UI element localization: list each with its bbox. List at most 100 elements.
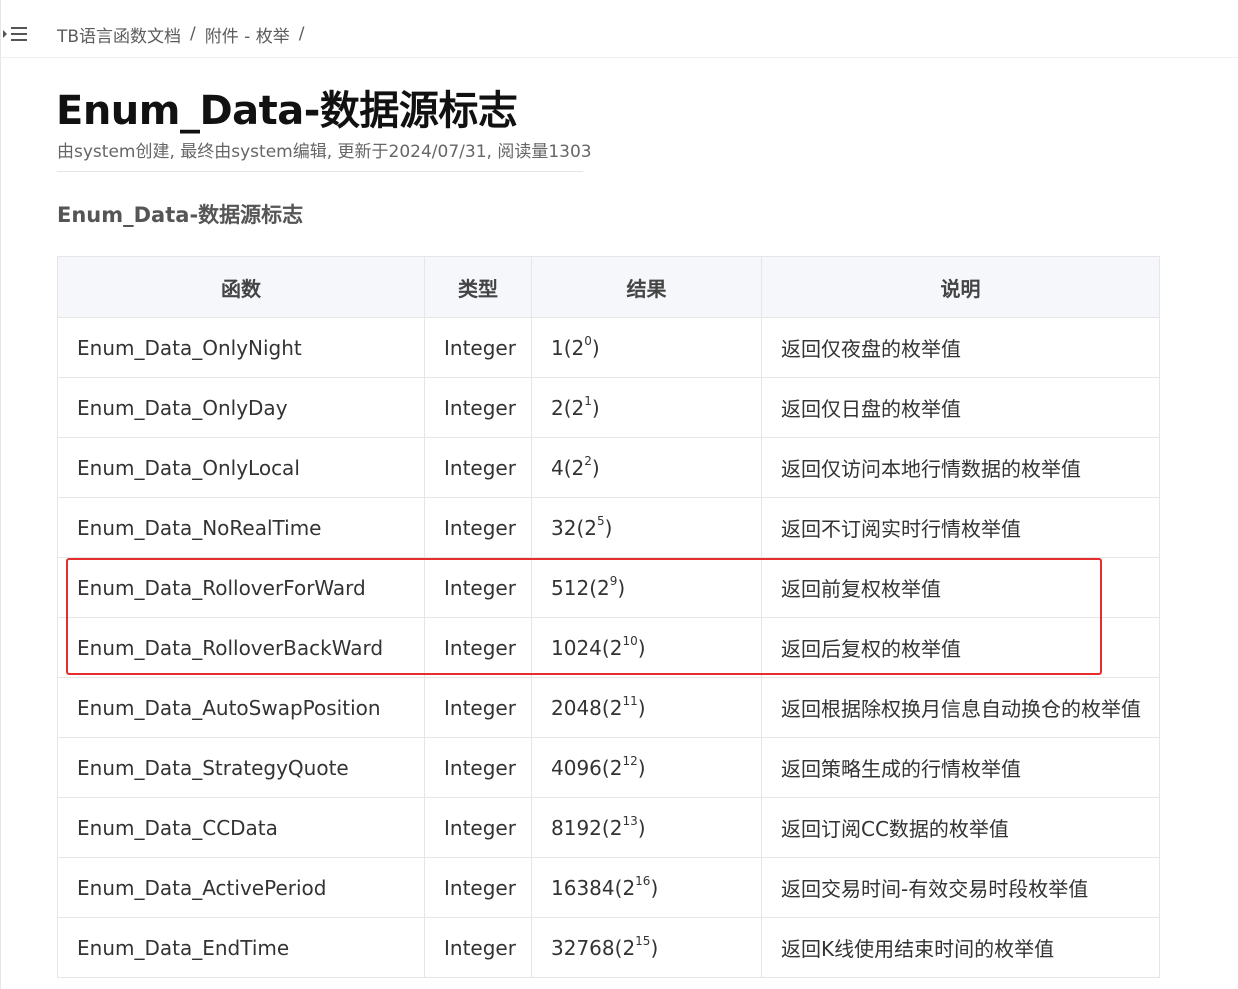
header-description: 说明	[761, 256, 1160, 318]
result-paren-open: (	[601, 695, 610, 720]
table-row: Enum_Data_RolloverBackWard Integer 1024(21…	[57, 617, 1160, 678]
result-paren-close: )	[604, 515, 613, 540]
result-value: 8192	[551, 815, 602, 840]
header-divider	[0, 57, 1238, 58]
result-paren-close: )	[637, 635, 646, 660]
cell-function: Enum_Data_CCData	[57, 797, 425, 858]
result-paren-close: )	[650, 875, 659, 900]
result-paren-open: (	[563, 395, 572, 420]
cell-type: Integer	[424, 557, 532, 618]
result-exponent: 2	[584, 453, 592, 468]
cell-description: 返回仅夜盘的枚举值	[761, 317, 1160, 378]
page-meta: 由system创建, 最终由system编辑, 更新于2024/07/31, 阅…	[57, 142, 592, 162]
result-paren-open: (	[601, 635, 610, 660]
result-value: 4	[551, 455, 564, 480]
result-paren-open: (	[589, 575, 597, 600]
result-paren-close: )	[591, 335, 600, 360]
result-exponent: 11	[622, 693, 638, 708]
cell-description: 返回不订阅实时行情枚举值	[761, 497, 1160, 558]
result-value: 512	[551, 575, 590, 600]
table-row: Enum_Data_NoRealTime Integer 32(25) 返回不订阅实时…	[57, 497, 1160, 558]
table-row: Enum_Data_ActivePeriod Integer 16384(216) 返…	[57, 857, 1160, 918]
result-paren-open: (	[601, 755, 610, 780]
breadcrumb-item-enum[interactable]: 附件 - 枚举	[205, 22, 290, 47]
result-base: 2	[609, 815, 623, 840]
cell-type: Integer	[424, 677, 532, 738]
cell-description: 返回策略生成的行情枚举值	[761, 737, 1160, 798]
header-type: 类型	[424, 256, 532, 318]
result-value: 16384	[551, 875, 615, 900]
cell-result: 1024(210)	[531, 617, 762, 678]
cell-function: Enum_Data_RolloverBackWard	[57, 617, 425, 678]
breadcrumb-separator: /	[190, 24, 196, 44]
cell-function: Enum_Data_ActivePeriod	[57, 857, 425, 918]
result-value: 32	[551, 515, 577, 540]
table-row: Enum_Data_AutoSwapPosition Integer 2048(21…	[57, 677, 1160, 738]
cell-function: Enum_Data_OnlyLocal	[57, 437, 425, 498]
cell-result: 4096(212)	[531, 737, 762, 798]
cell-type: Integer	[424, 857, 532, 918]
cell-result: 1(20)	[531, 317, 762, 378]
table-header-row: 函数 类型 结果 说明	[57, 256, 1160, 318]
cell-result: 16384(216)	[531, 857, 762, 918]
result-base: 2	[597, 575, 610, 600]
enum-table-container: 函数 类型 结果 说明 Enum_Data_OnlyNight Integer 1(…	[57, 256, 1160, 978]
result-base: 2	[622, 935, 636, 960]
breadcrumb-item-docs[interactable]: TB语言函数文档	[57, 22, 181, 47]
cell-description: 返回后复权的枚举值	[761, 617, 1160, 678]
table-row: Enum_Data_EndTime Integer 32768(215) 返回K线使用…	[57, 917, 1160, 978]
enum-table: 函数 类型 结果 说明 Enum_Data_OnlyNight Integer 1(…	[57, 256, 1160, 978]
result-exponent: 9	[609, 573, 618, 588]
table-row: Enum_Data_RolloverForWard Integer 512(29) 返…	[57, 557, 1160, 618]
result-value: 4096	[551, 755, 602, 780]
result-exponent: 5	[597, 513, 605, 528]
section-title: Enum_Data-数据源标志	[57, 203, 304, 227]
page-title: Enum_Data-数据源标志	[56, 88, 518, 134]
table-row: Enum_Data_StrategyQuote Integer 4096(212) 返…	[57, 737, 1160, 798]
result-paren-close: )	[591, 455, 600, 480]
result-paren-close: )	[617, 575, 626, 600]
cell-description: 返回仅访问本地行情数据的枚举值	[761, 437, 1160, 498]
cell-result: 2(21)	[531, 377, 762, 438]
header-function: 函数	[57, 256, 425, 318]
cell-result: 8192(213)	[531, 797, 762, 858]
cell-type: Integer	[424, 437, 532, 498]
cell-result: 2048(211)	[531, 677, 762, 738]
cell-function: Enum_Data_RolloverForWard	[57, 557, 425, 618]
result-exponent: 0	[584, 333, 592, 348]
result-base: 2	[622, 875, 636, 900]
sidebar-toggle-button[interactable]	[2, 24, 28, 46]
cell-function: Enum_Data_OnlyDay	[57, 377, 425, 438]
result-base: 2	[584, 515, 597, 540]
cell-function: Enum_Data_StrategyQuote	[57, 737, 425, 798]
cell-type: Integer	[424, 737, 532, 798]
result-base: 2	[609, 755, 623, 780]
result-exponent: 13	[622, 813, 638, 828]
cell-description: 返回K线使用结束时间的枚举值	[761, 917, 1160, 978]
cell-result: 4(22)	[531, 437, 762, 498]
result-base: 2	[609, 695, 623, 720]
cell-type: Integer	[424, 317, 532, 378]
cell-result: 512(29)	[531, 557, 762, 618]
cell-description: 返回前复权枚举值	[761, 557, 1160, 618]
result-paren-open: (	[563, 335, 572, 360]
menu-collapse-icon	[3, 27, 27, 41]
cell-description: 返回交易时间-有效交易时段枚举值	[761, 857, 1160, 918]
cell-type: Integer	[424, 917, 532, 978]
result-base: 2	[609, 635, 623, 660]
cell-description: 返回订阅CC数据的枚举值	[761, 797, 1160, 858]
cell-description: 返回仅日盘的枚举值	[761, 377, 1160, 438]
result-exponent: 12	[622, 753, 638, 768]
table-row: Enum_Data_CCData Integer 8192(213) 返回订阅CC数据…	[57, 797, 1160, 858]
cell-function: Enum_Data_NoRealTime	[57, 497, 425, 558]
result-paren-close: )	[637, 815, 646, 840]
result-paren-close: )	[637, 755, 646, 780]
result-base: 2	[571, 395, 585, 420]
breadcrumb: TB语言函数文档 / 附件 - 枚举 /	[57, 22, 313, 47]
result-paren-open: (	[601, 815, 610, 840]
result-base: 2	[571, 335, 585, 360]
result-value: 2	[551, 395, 564, 420]
result-paren-close: )	[591, 395, 600, 420]
result-value: 2048	[551, 695, 602, 720]
cell-function: Enum_Data_OnlyNight	[57, 317, 425, 378]
